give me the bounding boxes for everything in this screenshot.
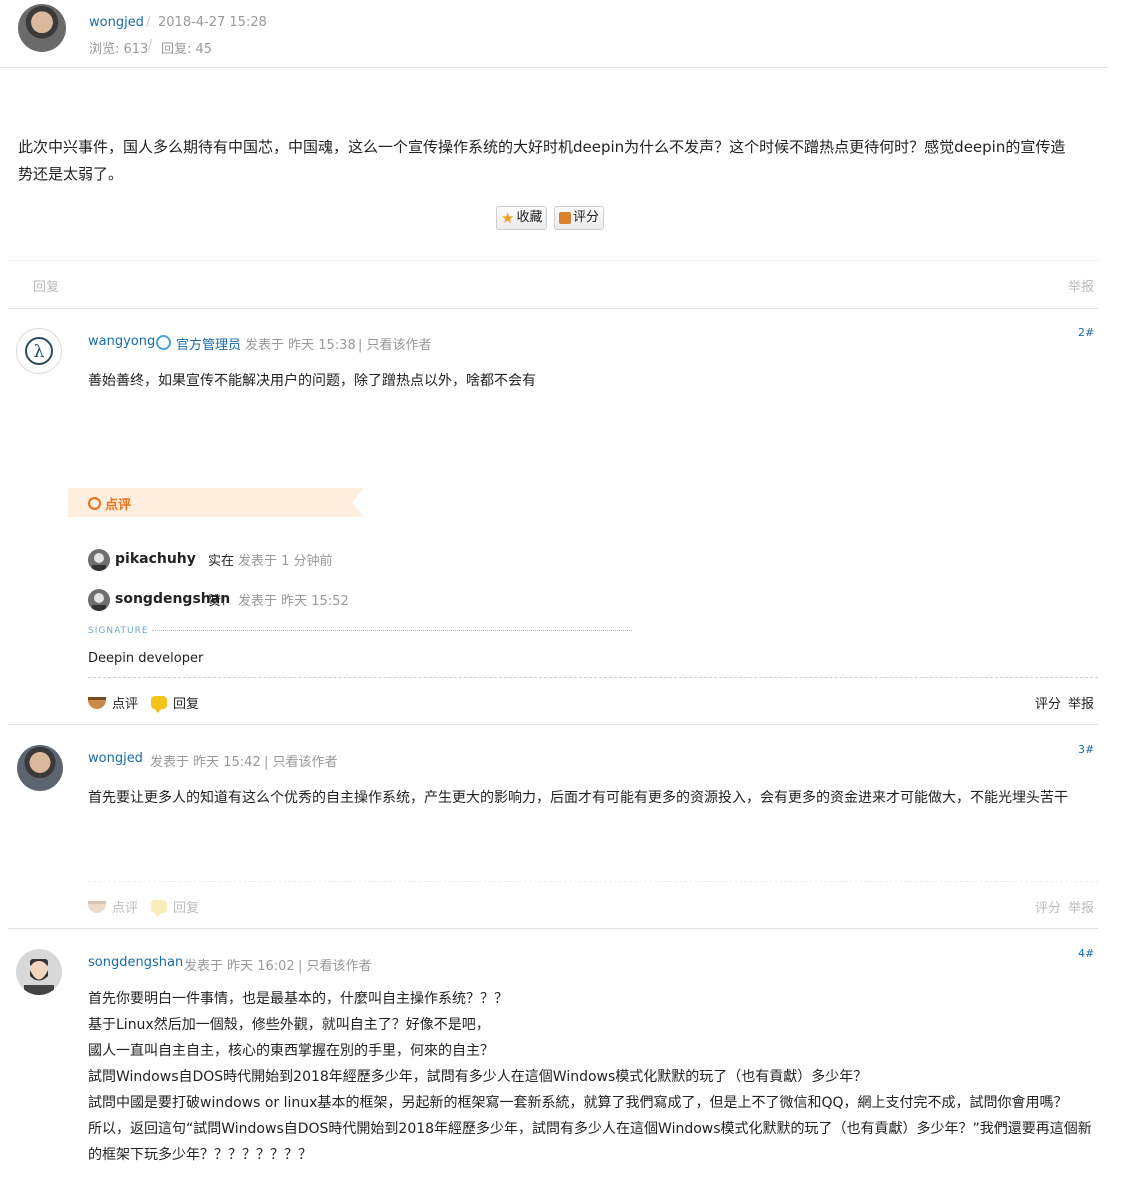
rate-button[interactable]: 评分	[554, 206, 605, 230]
person-icon	[92, 553, 106, 571]
thread-author-link[interactable]: wongjed	[89, 15, 144, 30]
reply-count: 回复: 45	[161, 42, 213, 57]
post-time: 发表于 昨天 15:38	[245, 338, 356, 353]
lambda-logo-icon: λ	[25, 337, 53, 365]
separator: /	[146, 15, 151, 30]
reply-action[interactable]: 回复	[151, 693, 200, 713]
post-line: 試問中國是要打破windows or linux基本的框架，另起新的框架寫一套新…	[88, 1095, 1068, 1111]
reply-link[interactable]: 回复	[33, 276, 59, 295]
bowl-icon	[88, 900, 106, 913]
divider	[88, 677, 1098, 678]
author-avatar[interactable]	[18, 4, 66, 52]
user-role[interactable]: 官方管理员	[176, 334, 241, 353]
post-divider	[8, 724, 1098, 725]
only-author-link[interactable]: | 只看该作者	[298, 955, 372, 974]
post-line: 首先你要明白一件事情，也是最基本的，什麼叫自主操作系统？？？	[88, 991, 508, 1007]
comment-action[interactable]: 点评	[88, 897, 138, 916]
speech-bubble-icon	[151, 696, 167, 713]
separator: /	[148, 38, 153, 53]
comment-section-title: 点评	[88, 494, 131, 513]
comment-action-label: 点评	[112, 901, 139, 916]
svg-text:λ: λ	[34, 342, 45, 362]
divider	[88, 881, 1098, 882]
thread-action-bar	[8, 260, 1098, 309]
post-time: 发表于 昨天 15:42	[150, 755, 261, 770]
comment-title: 点评	[105, 498, 132, 513]
report-link[interactable]: 举报	[1068, 897, 1094, 916]
post-author-link[interactable]: wangyong	[88, 334, 155, 349]
post-content: 首先要让更多人的知道有这么个优秀的自主操作系统，产生更大的影响力，后面才有可能有…	[88, 790, 1068, 806]
post-author-link[interactable]: wongjed	[88, 751, 143, 766]
post-line: 國人一直叫自主自主，核心的東西掌握在別的手里，何來的自主？	[88, 1043, 494, 1059]
star-icon: ★	[501, 208, 515, 227]
comment-time: 发表于 昨天 15:52	[238, 594, 349, 609]
thumbs-up-icon	[559, 212, 571, 224]
comment-text: 赞!	[208, 594, 227, 609]
post-author-link[interactable]: songdengshan	[88, 955, 183, 970]
thread-date: 2018-4-27 15:28	[158, 15, 267, 30]
report-link[interactable]: 举报	[1068, 693, 1094, 712]
commenter-name[interactable]: pikachuhy	[115, 551, 196, 567]
floor-number[interactable]: 3#	[1078, 743, 1094, 756]
comment-action[interactable]: 点评	[88, 693, 138, 712]
bowl-icon	[88, 696, 106, 709]
post-time: 发表于 昨天 16:02	[184, 959, 295, 974]
post-line: 的框架下玩多少年？？？？？？？？	[88, 1147, 312, 1163]
post-line: 試問Windows自DOS時代開始到2018年經歷多少年，試問有多少人在這個Wi…	[88, 1069, 868, 1085]
user-avatar[interactable]	[16, 949, 62, 995]
post-content: 善始善终，如果宣传不能解决用户的问题，除了蹭热点以外，啥都不会有	[88, 373, 536, 389]
person-icon	[92, 593, 106, 611]
view-count: 浏览: 613	[89, 42, 149, 57]
commenter-avatar[interactable]	[88, 589, 110, 611]
only-author-link[interactable]: | 只看该作者	[358, 334, 432, 353]
reply-action[interactable]: 回复	[151, 897, 200, 917]
signature-text: Deepin developer	[88, 651, 204, 666]
reply-action-label: 回复	[173, 697, 200, 712]
only-author-link[interactable]: | 只看该作者	[264, 751, 338, 770]
comment-text: 实在	[208, 554, 235, 569]
reply-action-label: 回复	[173, 901, 200, 916]
floor-number[interactable]: 4#	[1078, 947, 1094, 960]
admin-badge-icon	[156, 335, 171, 350]
thread-content: 此次中兴事件，国人多么期待有中国芯，中国魂，这么一个宣传操作系统的大好时机dee…	[18, 138, 1066, 183]
report-link[interactable]: 举报	[1068, 276, 1094, 295]
rate-label: 评分	[573, 210, 600, 225]
bearded-person-icon	[24, 959, 54, 995]
rate-link[interactable]: 评分	[1035, 897, 1061, 916]
post-divider	[8, 928, 1098, 929]
comment-time: 发表于 1 分钟前	[238, 554, 333, 569]
speech-bubble-icon	[151, 900, 167, 917]
user-avatar[interactable]	[17, 745, 63, 791]
favorite-label: 收藏	[516, 210, 543, 225]
circle-icon	[88, 497, 101, 510]
post-line: 所以，返回這句“試問Windows自DOS時代開始到2018年經歷多少年，試問有…	[88, 1121, 1092, 1137]
signature-label: SIGNATURE	[88, 626, 149, 636]
commenter-avatar[interactable]	[88, 549, 110, 571]
signature-divider	[152, 630, 632, 631]
rate-link[interactable]: 评分	[1035, 693, 1061, 712]
divider	[0, 67, 1108, 68]
favorite-button[interactable]: ★ 收藏	[496, 206, 548, 230]
comment-action-label: 点评	[112, 697, 139, 712]
user-avatar[interactable]: λ	[16, 328, 62, 374]
post-line: 基于Linux然后加一個殼，修些外觀，就叫自主了？好像不是吧，	[88, 1017, 490, 1033]
floor-number[interactable]: 2#	[1078, 326, 1094, 339]
post-content: 首先你要明白一件事情，也是最基本的，什麼叫自主操作系统？？？ 基于Linux然后…	[88, 986, 1098, 1168]
